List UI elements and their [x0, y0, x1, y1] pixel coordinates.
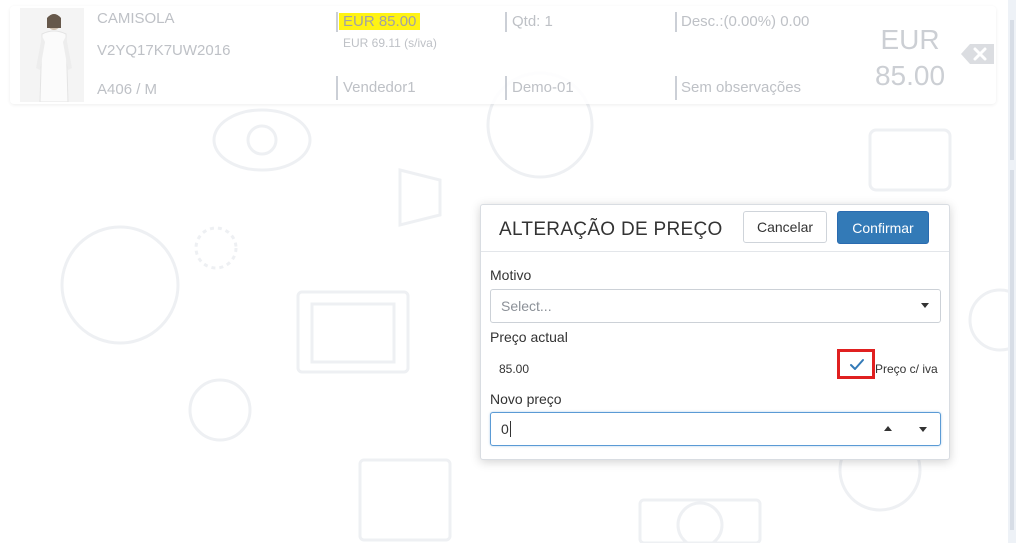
new-price-label: Novo preço — [490, 391, 562, 407]
current-price-label: Preço actual — [490, 329, 568, 345]
text-cursor — [510, 421, 511, 437]
product-code: V2YQ17K7UW2016 — [97, 42, 231, 59]
chevron-down-icon — [921, 303, 929, 308]
line-price[interactable]: EUR 85.00 — [339, 13, 421, 30]
scrollbar-track[interactable] — [1008, 0, 1016, 543]
discount[interactable]: Desc.:(0.00%) 0.00 — [681, 13, 809, 30]
vat-checkbox[interactable] — [837, 349, 875, 379]
increment-icon[interactable] — [884, 426, 892, 431]
dialog-header: ALTERAÇÃO DE PREÇO Cancelar Confirmar — [481, 205, 949, 252]
divider — [675, 76, 677, 100]
product-name: CAMISOLA — [97, 10, 175, 27]
price-without-vat: EUR 69.11 (s/iva) — [343, 36, 437, 50]
reason-select-placeholder: Select... — [501, 298, 552, 314]
confirm-button[interactable]: Confirmar — [837, 211, 929, 244]
total-value: 85.00 — [874, 60, 946, 91]
decrement-icon[interactable] — [919, 427, 927, 432]
cancel-button[interactable]: Cancelar — [743, 211, 827, 243]
divider — [675, 12, 677, 32]
divider — [336, 76, 338, 100]
total-currency: EUR — [880, 24, 940, 55]
divider — [505, 12, 507, 32]
price-change-dialog: ALTERAÇÃO DE PREÇO Cancelar Confirmar Mo… — [480, 204, 950, 460]
quantity[interactable]: Qtd: 1 — [512, 13, 553, 30]
order-line-card[interactable]: CAMISOLA V2YQ17K7UW2016 A406 / M EUR 85.… — [10, 6, 996, 104]
backspace-icon — [961, 44, 994, 64]
checkmark-icon — [850, 359, 864, 370]
vat-checkbox-label[interactable]: Preço c/ iva — [875, 362, 938, 376]
product-size: A406 / M — [97, 81, 158, 98]
reason-select[interactable]: Select... — [490, 289, 941, 323]
seller[interactable]: Vendedor1 — [343, 79, 416, 96]
line-notes[interactable]: Sem observações — [681, 79, 801, 96]
divider — [336, 12, 338, 32]
current-price-value: 85.00 — [499, 362, 530, 376]
price-highlight: EUR 85.00 — [339, 13, 421, 30]
divider — [505, 76, 507, 100]
line-total: EUR 85.00 — [872, 22, 948, 94]
product-thumbnail — [20, 8, 84, 103]
new-price-value: 0 — [501, 421, 509, 437]
delete-line-button[interactable] — [960, 42, 996, 66]
reason-label: Motivo — [490, 267, 532, 283]
new-price-input[interactable]: 0 — [490, 412, 941, 446]
dialog-title: ALTERAÇÃO DE PREÇO — [499, 219, 723, 240]
store: Demo-01 — [512, 79, 574, 96]
